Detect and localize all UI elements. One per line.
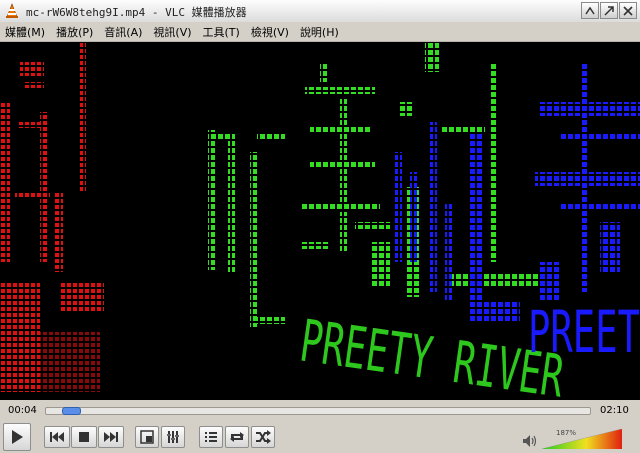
playlist-icon [205, 432, 217, 442]
menu-help[interactable]: 說明(H) [295, 24, 345, 40]
blue-caption: PREET [528, 298, 640, 366]
window-shade-button[interactable] [581, 2, 599, 19]
shuffle-icon [256, 430, 271, 444]
green-led-characters [208, 42, 560, 327]
seek-row: 00:04 02:10 [0, 401, 640, 421]
controls-bar: 187% [0, 421, 640, 453]
menu-video[interactable]: 視訊(V) [148, 24, 197, 40]
speaker-icon[interactable] [522, 434, 538, 448]
video-display[interactable]: PREETY RIVER PREET [0, 42, 640, 400]
red-led-characters [0, 42, 104, 392]
volume-slider[interactable] [542, 429, 622, 449]
random-button[interactable] [251, 426, 275, 448]
play-button[interactable] [3, 423, 31, 451]
next-icon [104, 432, 118, 442]
stop-icon [79, 432, 89, 442]
shade-icon [585, 6, 595, 14]
stop-button[interactable] [71, 426, 97, 448]
elapsed-time: 00:04 [8, 405, 37, 416]
menu-media[interactable]: 媒體(M) [0, 24, 51, 40]
window-close-button[interactable] [619, 2, 637, 19]
close-icon [623, 5, 633, 16]
menu-view[interactable]: 檢視(V) [246, 24, 295, 40]
menu-bar: 媒體(M) 播放(P) 音訊(A) 視訊(V) 工具(T) 檢視(V) 說明(H… [0, 22, 640, 42]
seek-slider[interactable] [45, 407, 591, 415]
previous-button[interactable] [44, 426, 70, 448]
next-button[interactable] [98, 426, 124, 448]
title-bar: mc-rW6W8tehg9I.mp4 - VLC 媒體播放器 [0, 0, 640, 23]
menu-tools[interactable]: 工具(T) [198, 24, 246, 40]
extended-settings-icon [167, 431, 179, 443]
play-icon [12, 430, 23, 444]
loop-icon [230, 432, 244, 442]
menu-audio[interactable]: 音訊(A) [99, 24, 148, 40]
loop-button[interactable] [225, 426, 249, 448]
volume-level: 187% [556, 429, 577, 437]
extended-settings-button[interactable] [161, 426, 185, 448]
window-title: mc-rW6W8tehg9I.mp4 - VLC 媒體播放器 [26, 6, 247, 19]
menu-playback[interactable]: 播放(P) [51, 24, 99, 40]
vlc-cone-icon [6, 3, 18, 18]
fullscreen-button[interactable] [135, 426, 159, 448]
seek-handle[interactable] [62, 407, 81, 415]
maximize-icon [604, 5, 614, 16]
total-time: 02:10 [600, 405, 629, 416]
window-maximize-button[interactable] [600, 2, 618, 19]
led-sign-frame: PREETY RIVER PREET [0, 42, 640, 400]
fullscreen-icon [140, 430, 154, 444]
previous-icon [50, 432, 64, 442]
playlist-button[interactable] [199, 426, 223, 448]
